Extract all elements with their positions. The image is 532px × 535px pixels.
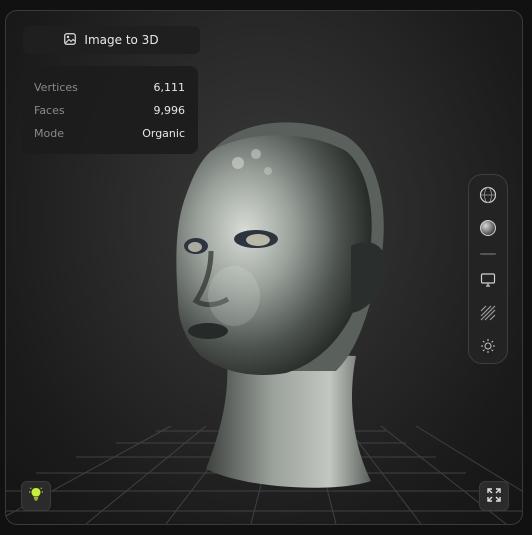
monitor-icon[interactable]: [478, 270, 498, 290]
stat-mode: Mode Organic: [34, 127, 185, 140]
shaded-sphere-icon[interactable]: [478, 218, 498, 238]
lighting-toggle-button[interactable]: [21, 481, 51, 511]
stat-value: Organic: [142, 127, 185, 140]
stat-value: 9,996: [153, 104, 186, 117]
texture-icon[interactable]: [478, 303, 498, 323]
lighting-icon[interactable]: [478, 336, 498, 356]
fullscreen-button[interactable]: [479, 481, 509, 511]
image-to-3d-tab[interactable]: Image to 3D: [23, 26, 200, 54]
stat-label: Mode: [34, 127, 64, 140]
stat-value: 6,111: [153, 81, 186, 94]
mode-tab-label: Image to 3D: [84, 33, 159, 47]
stat-faces: Faces 9,996: [34, 104, 185, 117]
mesh-stats-panel: Vertices 6,111 Faces 9,996 Mode Organic: [21, 66, 198, 154]
stat-label: Faces: [34, 104, 65, 117]
fullscreen-icon: [487, 487, 501, 506]
lightbulb-icon: [28, 486, 44, 506]
toolbar-divider: [480, 253, 496, 255]
view-toolbar: [468, 174, 508, 364]
wireframe-sphere-icon[interactable]: [478, 185, 498, 205]
3d-viewport[interactable]: Image to 3D Vertices 6,111 Faces 9,996 M…: [5, 10, 523, 525]
stat-vertices: Vertices 6,111: [34, 81, 185, 94]
stat-label: Vertices: [34, 81, 78, 94]
image-icon: [64, 32, 77, 48]
